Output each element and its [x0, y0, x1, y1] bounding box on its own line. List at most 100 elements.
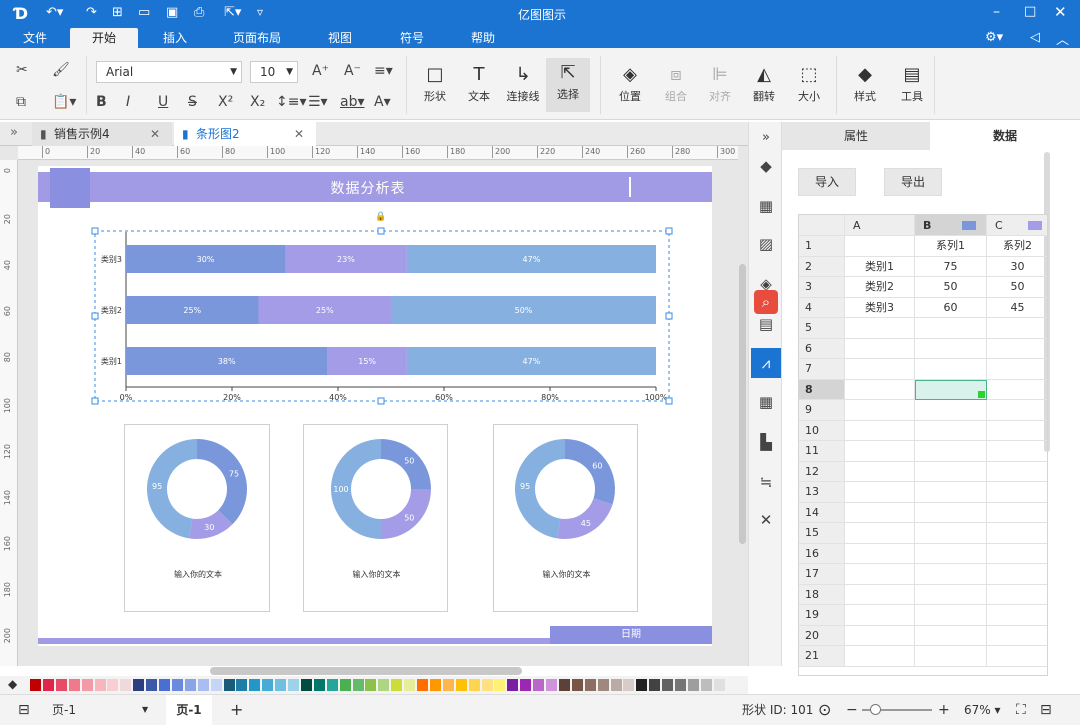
row-header[interactable]: 15	[799, 523, 845, 544]
underline-icon[interactable]: U	[158, 92, 168, 112]
text-button[interactable]: T 文本	[461, 60, 497, 104]
color-swatch[interactable]	[597, 679, 609, 691]
color-swatch[interactable]	[171, 679, 183, 691]
grid-cell[interactable]	[915, 400, 987, 421]
row-header[interactable]: 16	[799, 543, 845, 564]
color-swatch[interactable]	[236, 679, 248, 691]
grid-cell[interactable]	[987, 421, 1047, 441]
menu-view[interactable]: 视图	[315, 28, 365, 48]
grid-cell[interactable]	[915, 646, 987, 667]
grid-cell[interactable]	[987, 318, 1047, 339]
style-button[interactable]: ◆ 样式	[847, 60, 883, 104]
color-swatch[interactable]	[94, 679, 106, 691]
color-swatch[interactable]	[107, 679, 119, 691]
grid-cell[interactable]	[845, 584, 915, 605]
horizontal-scrollbar[interactable]	[210, 667, 522, 675]
grid-cell[interactable]	[987, 400, 1047, 421]
settings-icon[interactable]: ⚙▾	[985, 30, 1003, 45]
color-swatch[interactable]	[623, 679, 635, 691]
font-family-select[interactable]: Arial ▼	[96, 61, 242, 83]
color-swatch[interactable]	[391, 679, 403, 691]
page-icon[interactable]: ▤	[754, 312, 778, 336]
grid-cell[interactable]	[915, 564, 987, 585]
color-swatch[interactable]	[610, 679, 622, 691]
row-header[interactable]: 3	[799, 277, 845, 298]
color-swatch[interactable]	[571, 679, 583, 691]
fill-icon[interactable]: ◆	[754, 154, 778, 178]
grid-cell[interactable]	[845, 564, 915, 585]
grid-cell[interactable]	[845, 379, 915, 400]
share-icon[interactable]: ◁	[1030, 30, 1040, 45]
row-header[interactable]: 14	[799, 502, 845, 523]
row-header[interactable]: 10	[799, 420, 845, 441]
grid-cell[interactable]: 类别2	[845, 277, 915, 298]
row-header[interactable]: 8	[799, 379, 845, 400]
collapse-panel-icon[interactable]: »	[754, 126, 778, 150]
grid-cell[interactable]: 60	[915, 297, 987, 318]
subscript-icon[interactable]: X₂	[250, 92, 265, 112]
tab-bar-chart[interactable]: ▮ 条形图2 ✕	[174, 122, 316, 146]
chart-icon[interactable]: ⩘	[751, 348, 781, 378]
grid-cell[interactable]	[987, 626, 1047, 646]
data-grid[interactable]: A B C 1 系列1 系列2 2 类别1 75 30 3 类别2 50 50 4 类别3 60 45 5 6 7 8 9 1…	[798, 214, 1048, 676]
row-header[interactable]: 4	[799, 297, 845, 318]
color-swatch[interactable]	[713, 679, 725, 691]
page-select[interactable]: 页-1 ▼	[52, 695, 152, 725]
grid-cell[interactable]	[845, 625, 915, 646]
grid-cell[interactable]	[987, 605, 1047, 626]
strikethrough-icon[interactable]: S̶	[188, 92, 197, 112]
row-header[interactable]: 17	[799, 564, 845, 585]
flip-button[interactable]: ◭ 翻转	[746, 60, 782, 104]
grid-cell[interactable]: 系列1	[915, 236, 987, 257]
color-swatch[interactable]	[455, 679, 467, 691]
color-swatch[interactable]	[288, 679, 299, 691]
grid-cell[interactable]	[915, 441, 987, 462]
color-swatch[interactable]	[520, 679, 532, 691]
color-swatch[interactable]	[636, 679, 648, 691]
grid-cell[interactable]	[987, 646, 1047, 667]
color-swatch[interactable]	[494, 679, 506, 691]
tools-button[interactable]: ▤ 工具	[894, 60, 930, 104]
color-swatch[interactable]	[42, 679, 54, 691]
table-icon[interactable]: ▦	[754, 390, 778, 414]
grid-cell[interactable]	[845, 605, 915, 626]
italic-icon[interactable]: I	[126, 92, 130, 112]
grid-cell[interactable]	[915, 502, 987, 523]
color-swatch[interactable]	[442, 679, 454, 691]
menu-home[interactable]: 开始	[70, 28, 138, 48]
zoom-slider-handle[interactable]	[870, 704, 881, 715]
color-swatch[interactable]	[352, 679, 364, 691]
fill-bucket-icon[interactable]: ◆	[8, 677, 17, 691]
grid-cell[interactable]: 50	[915, 277, 987, 298]
close-icon[interactable]: ✕	[1054, 3, 1067, 21]
paste-icon[interactable]: 📋▾	[52, 92, 76, 112]
grid-cell[interactable]	[915, 461, 987, 482]
grid-cell[interactable]	[915, 318, 987, 339]
row-header[interactable]: 11	[799, 441, 845, 462]
grid-cell[interactable]	[915, 482, 987, 503]
page[interactable]: 数据分析表 日期 38% 15% 47% 类别1 25% 25% 50% 类别2 30% 23% 4…	[38, 166, 712, 646]
color-swatch[interactable]	[558, 679, 570, 691]
row-header[interactable]: 12	[799, 461, 845, 482]
column-header[interactable]: C	[987, 215, 1047, 236]
position-button[interactable]: ◈ 位置	[612, 60, 648, 104]
grid-cell[interactable]	[845, 318, 915, 339]
org-icon[interactable]: ▙	[754, 430, 778, 454]
minimize-icon[interactable]: –	[993, 4, 1000, 20]
color-swatch[interactable]	[300, 679, 312, 691]
page-layout-icon[interactable]: ⊟	[18, 695, 30, 725]
row-header[interactable]: 1	[799, 236, 845, 257]
grid-cell[interactable]	[845, 482, 915, 503]
grid-cell[interactable]	[987, 523, 1047, 544]
row-header[interactable]: 13	[799, 482, 845, 503]
text-highlight-icon[interactable]: ab▾	[340, 92, 365, 112]
row-header[interactable]: 2	[799, 256, 845, 277]
grid-cell[interactable]	[845, 523, 915, 544]
color-swatch[interactable]	[533, 679, 545, 691]
row-header[interactable]: 21	[799, 646, 845, 667]
superscript-icon[interactable]: X²	[218, 92, 233, 112]
column-header[interactable]: A	[845, 215, 915, 236]
color-swatch[interactable]	[223, 679, 235, 691]
redo-icon[interactable]: ↷	[86, 5, 97, 20]
color-swatch[interactable]	[30, 679, 41, 691]
